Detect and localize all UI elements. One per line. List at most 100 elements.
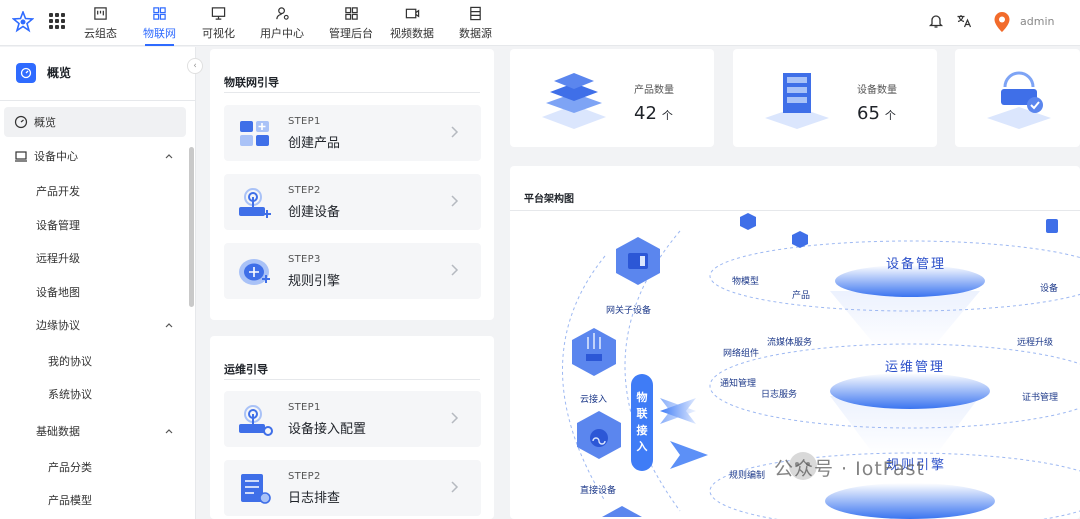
sidebar-item-product-dev[interactable]: 产品开发 — [4, 176, 186, 206]
nav-item-cloud-config[interactable]: 云组态 — [84, 4, 117, 46]
ring-title-device-management[interactable]: 设备管理 — [886, 253, 946, 272]
sidebar-scrollbar[interactable] — [189, 147, 194, 307]
iot-access-pill[interactable]: 物 联 接 入 — [631, 374, 653, 471]
access-config-icon — [239, 405, 273, 436]
stat-unit: 个 — [661, 109, 673, 122]
create-product-icon — [240, 121, 269, 146]
user-settings-icon — [275, 7, 289, 20]
sidebar: 概览 概览 设备中心 产品开发 设备管理 远程升级 设备地图 边缘协议 我的协议… — [0, 47, 196, 519]
node-label-cloud-access: 云接入 — [580, 395, 608, 405]
create-device-icon — [239, 188, 271, 218]
tag-thing-model[interactable]: 物模型 — [732, 274, 759, 287]
step-label: STEP1 — [288, 116, 321, 127]
sidebar-header: 概览 — [0, 47, 195, 101]
step-name: 规则引擎 — [288, 274, 341, 289]
tag-log-service[interactable]: 日志服务 — [761, 387, 797, 400]
watermark: 公众号 · IotFast — [774, 458, 925, 480]
step-label: STEP1 — [288, 402, 321, 413]
rule-engine-icon — [239, 259, 270, 285]
tag-rule-editing[interactable]: 规则编制 — [729, 468, 765, 481]
ring-title-ops-management[interactable]: 运维管理 — [885, 356, 945, 375]
sidebar-item-label: 概览 — [34, 116, 56, 129]
tag-certificate[interactable]: 证书管理 — [1022, 390, 1058, 403]
stat-label: 产品数量 — [634, 85, 674, 96]
step-name: 设备接入配置 — [288, 422, 367, 437]
step-card-device-access-config[interactable]: STEP1 设备接入配置 — [224, 391, 481, 447]
sidebar-item-device-map[interactable]: 设备地图 — [4, 277, 186, 307]
sidebar-item-label: 设备中心 — [34, 150, 78, 163]
bell-icon[interactable] — [928, 13, 944, 29]
sidebar-item-label: 产品分类 — [48, 461, 92, 474]
nav-label: 可视化 — [202, 27, 235, 40]
sidebar-item-system-protocol[interactable]: 系统协议 — [4, 379, 186, 409]
tag-notification[interactable]: 通知管理 — [720, 376, 756, 389]
sidebar-item-edge-protocol[interactable]: 边缘协议 — [4, 310, 186, 340]
stat-number: 42 — [634, 103, 657, 124]
architecture-panel: 平台架构图 网关子设备 云接入 直接设备 物 联 接 入 设备管理 运维管理 规… — [510, 166, 1080, 519]
ops-guide-panel: 运维引导 STEP1 设备接入配置 STEP2 日志排查 — [210, 336, 494, 519]
sidebar-item-label: 远程升级 — [36, 252, 80, 265]
chevron-right-icon — [451, 412, 459, 424]
direct-device-node[interactable] — [577, 411, 621, 459]
access-char: 联 — [636, 407, 648, 420]
nav-item-iot[interactable]: 物联网 — [143, 4, 176, 46]
sidebar-item-device-management[interactable]: 设备管理 — [4, 210, 186, 240]
sidebar-item-remote-upgrade[interactable]: 远程升级 — [4, 243, 186, 273]
sidebar-item-device-center[interactable]: 设备中心 — [4, 141, 186, 171]
nav-item-datasource[interactable]: 数据源 — [459, 4, 492, 46]
nav-label: 物联网 — [143, 27, 176, 40]
sidebar-collapse-button[interactable]: ‹ — [187, 58, 203, 74]
access-char: 接 — [636, 423, 648, 437]
step-label: STEP3 — [288, 254, 321, 265]
nav-label: 视频数据 — [390, 27, 434, 40]
stat-card-device-count[interactable]: 设备数量 65 个 — [733, 49, 937, 147]
tag-product[interactable]: 产品 — [792, 288, 810, 301]
nav-label: 用户中心 — [260, 27, 304, 40]
tag-streaming-service[interactable]: 流媒体服务 — [767, 335, 812, 348]
apps-grid-icon[interactable] — [49, 13, 65, 29]
iot-guide-title: 物联网引导 — [224, 76, 279, 89]
nav-item-visualization[interactable]: 可视化 — [202, 4, 235, 46]
stat-unit: 个 — [884, 109, 896, 122]
stat-number: 65 — [857, 103, 880, 124]
gateway-subdevice-node[interactable] — [616, 237, 660, 285]
sidebar-item-product-model[interactable]: 产品模型 — [4, 485, 186, 515]
divider — [224, 379, 480, 380]
sidebar-item-overview[interactable]: 概览 — [4, 107, 186, 137]
tag-network-component[interactable]: 网络组件 — [723, 346, 759, 359]
username[interactable]: admin — [1020, 15, 1054, 28]
sidebar-item-my-protocol[interactable]: 我的协议 — [4, 346, 186, 376]
nav-item-video-data[interactable]: 视频数据 — [390, 4, 434, 46]
step-card-create-product[interactable]: STEP1 创建产品 — [224, 105, 481, 161]
tag-device[interactable]: 设备 — [1040, 281, 1058, 294]
app-logo-icon[interactable] — [12, 11, 34, 33]
architecture-title: 平台架构图 — [524, 194, 574, 205]
step-card-rule-engine[interactable]: STEP3 规则引擎 — [224, 243, 481, 299]
tag-remote-upgrade[interactable]: 远程升级 — [1017, 335, 1053, 348]
sidebar-item-label: 设备管理 — [36, 219, 80, 232]
stat-value: 65 个 — [857, 103, 896, 124]
step-card-log-troubleshoot[interactable]: STEP2 日志排查 — [224, 460, 481, 516]
sidebar-item-product-category[interactable]: 产品分类 — [4, 452, 186, 482]
sidebar-item-base-data[interactable]: 基础数据 — [4, 416, 186, 446]
step-label: STEP2 — [288, 185, 321, 196]
step-name: 创建产品 — [288, 136, 341, 151]
chevron-right-icon — [451, 126, 459, 138]
nav-label: 管理后台 — [329, 27, 373, 40]
gauge-icon — [14, 115, 28, 129]
nav-item-admin[interactable]: 管理后台 — [329, 4, 373, 46]
sidebar-title: 概览 — [47, 66, 72, 80]
cloud-access-node[interactable] — [572, 328, 616, 376]
step-card-create-device[interactable]: STEP2 创建设备 — [224, 174, 481, 230]
nav-item-user-center[interactable]: 用户中心 — [260, 4, 304, 46]
stat-card-product-count[interactable]: 产品数量 42 个 — [510, 49, 714, 147]
chevron-right-icon — [451, 195, 459, 207]
stat-card-partial[interactable] — [955, 49, 1080, 147]
sidebar-item-label: 系统协议 — [48, 388, 92, 401]
monitor-icon — [211, 7, 226, 20]
stat-value: 42 个 — [634, 103, 673, 124]
admin-grid-icon — [344, 7, 358, 20]
product-stack-icon — [542, 73, 606, 129]
translate-icon[interactable] — [956, 13, 972, 29]
avatar-icon[interactable] — [992, 11, 1012, 33]
